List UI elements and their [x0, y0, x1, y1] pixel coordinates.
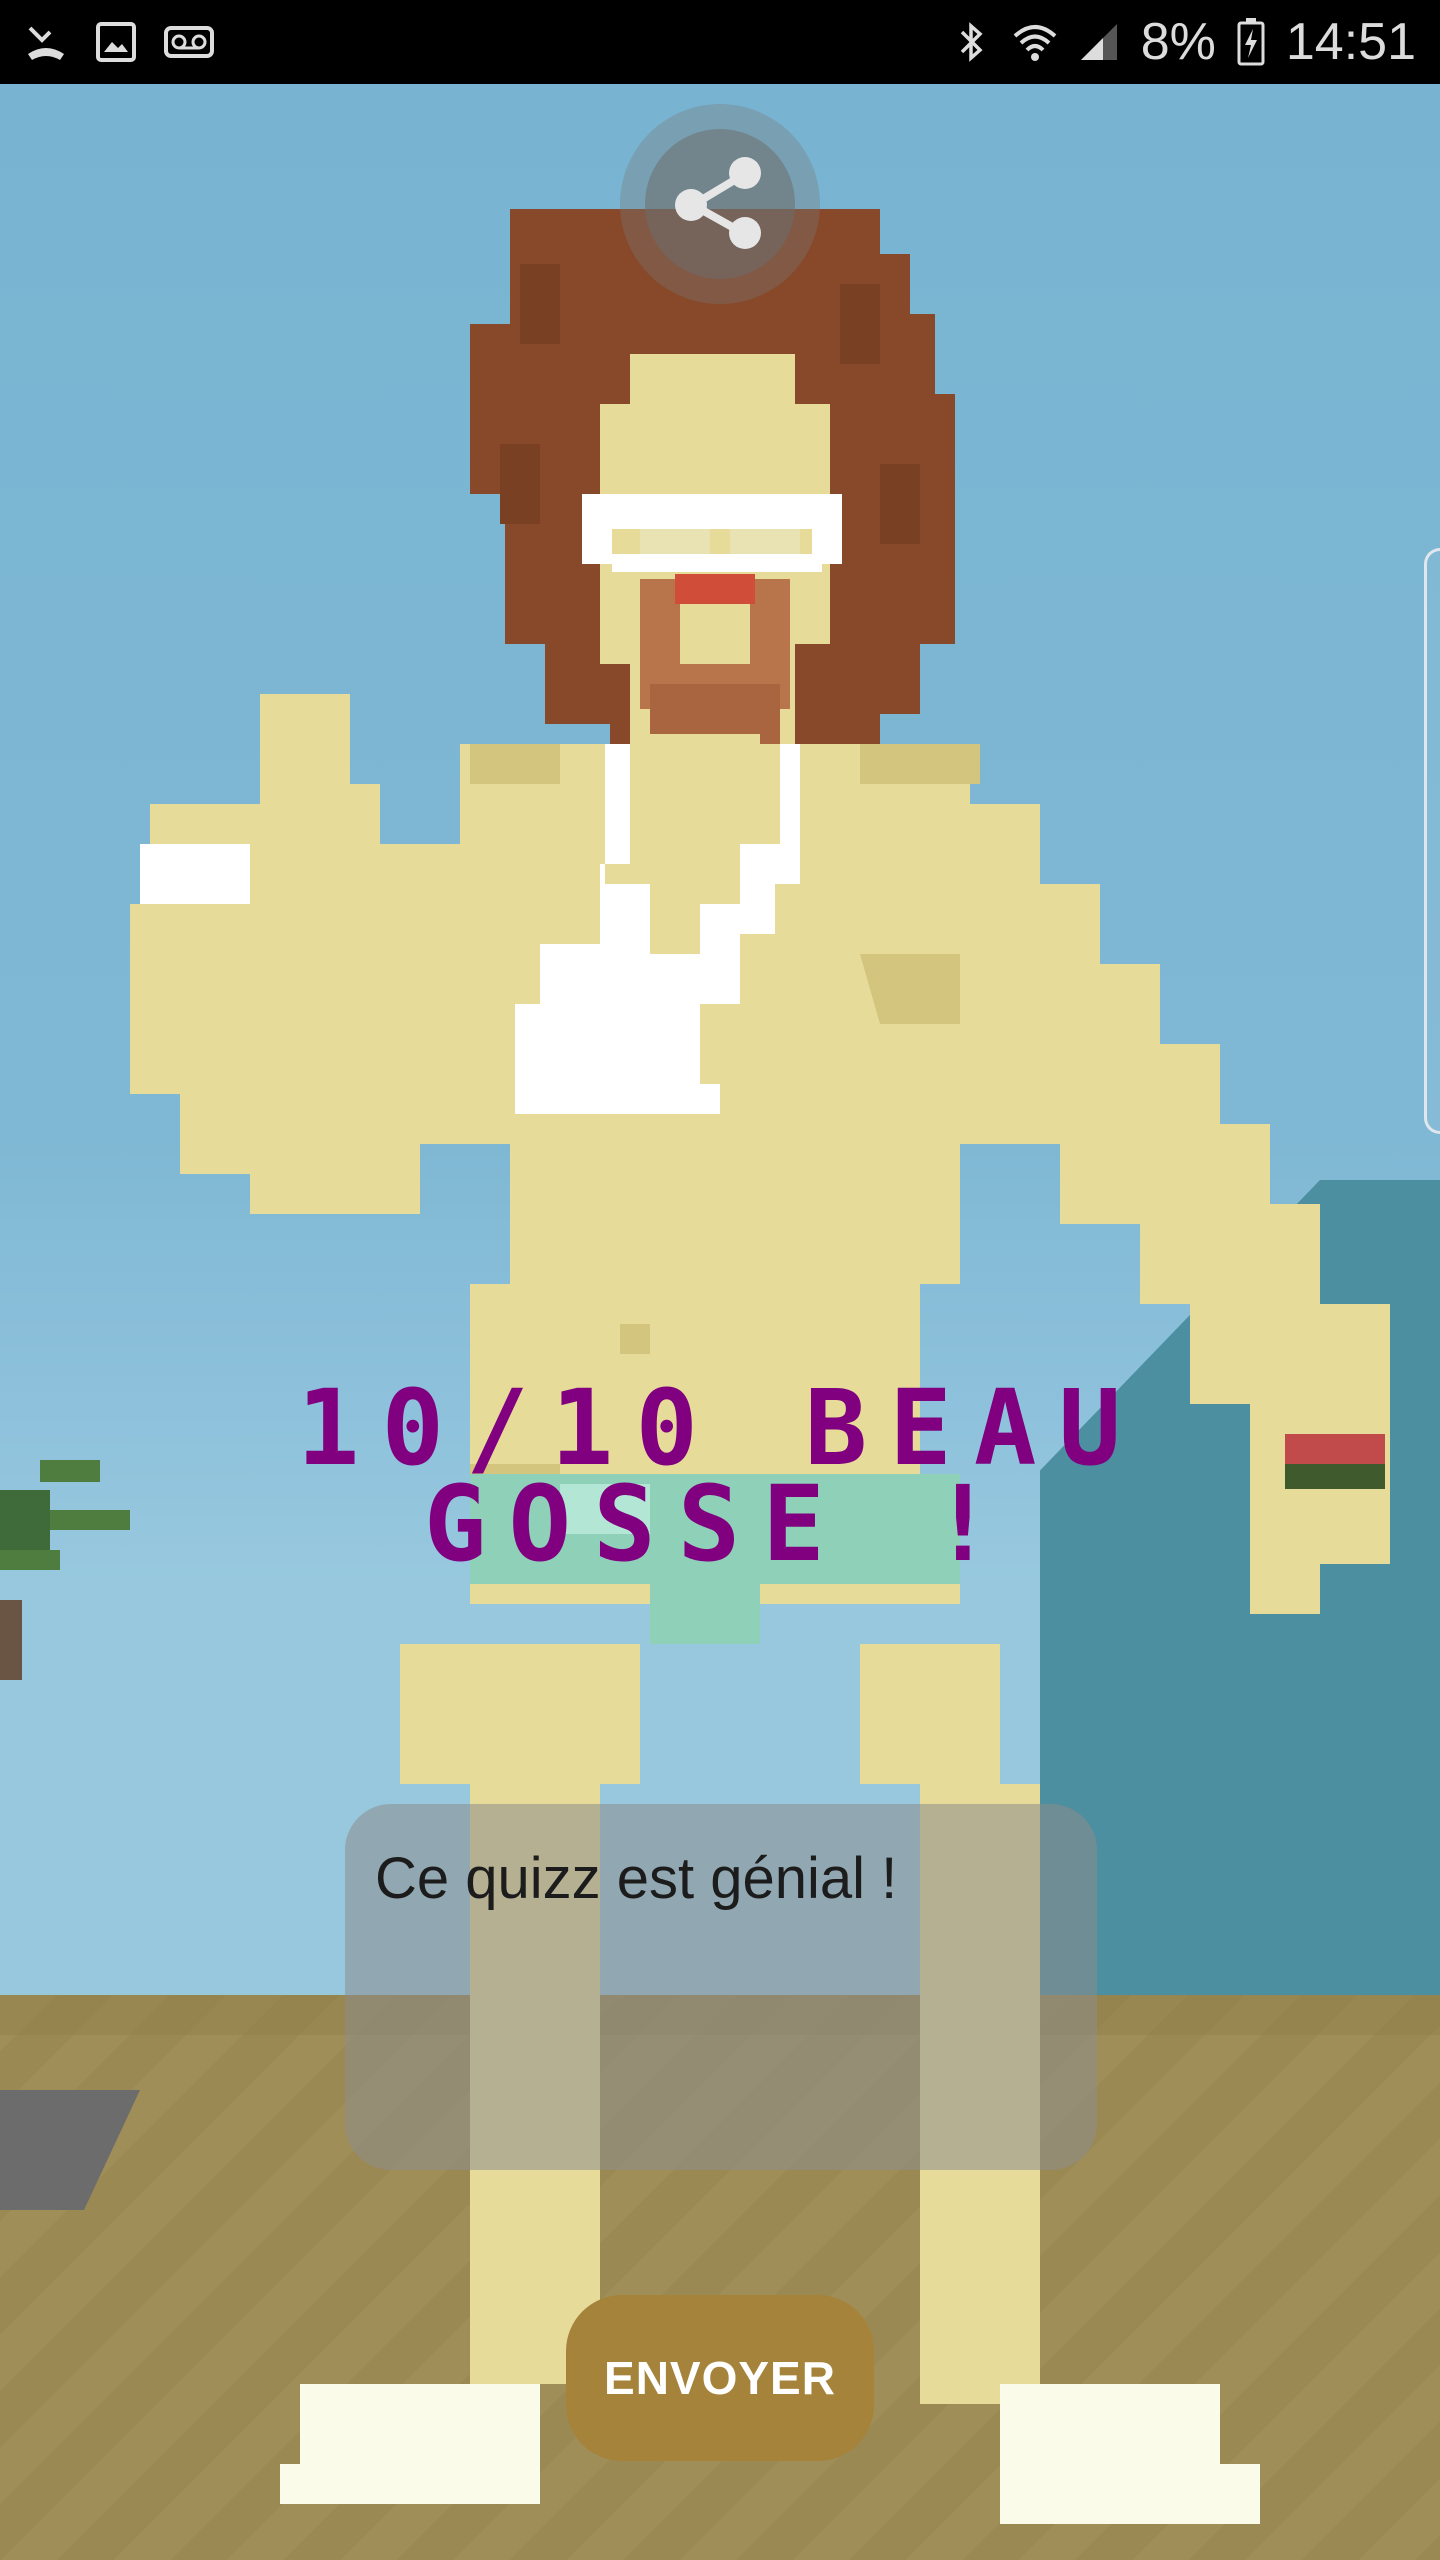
- missed-call-icon: [24, 20, 68, 64]
- app-screen: 8% 14:51 10/10 BEAU GOSSE ! Ce quizz est…: [0, 0, 1440, 2560]
- pixel-character-illustration: [0, 84, 1440, 2560]
- share-button-inner: [645, 129, 795, 279]
- share-button[interactable]: [620, 104, 820, 304]
- signal-icon: [1077, 20, 1121, 64]
- share-icon: [665, 147, 775, 262]
- result-line-1: 10/10 BEAU: [296, 1367, 1144, 1489]
- wifi-icon: [1013, 20, 1057, 64]
- send-button[interactable]: ENVOYER: [566, 2295, 874, 2461]
- battery-percent: 8%: [1140, 13, 1216, 71]
- result-line-2: GOSSE !: [423, 1463, 1017, 1585]
- send-button-label: ENVOYER: [604, 2352, 836, 2404]
- status-left-icons: [24, 20, 214, 64]
- status-right-icons: 8% 14:51: [949, 0, 1416, 84]
- clock: 14:51: [1285, 13, 1416, 71]
- image-icon: [94, 20, 138, 64]
- result-headline: 10/10 BEAU GOSSE !: [150, 1367, 1290, 1585]
- bluetooth-icon: [949, 20, 993, 64]
- comment-input[interactable]: Ce quizz est génial !: [345, 1804, 1097, 2170]
- voicemail-icon: [164, 20, 214, 64]
- battery-charging-icon: [1236, 18, 1266, 66]
- comment-text: Ce quizz est génial !: [375, 1846, 898, 1911]
- status-bar: 8% 14:51: [0, 0, 1440, 84]
